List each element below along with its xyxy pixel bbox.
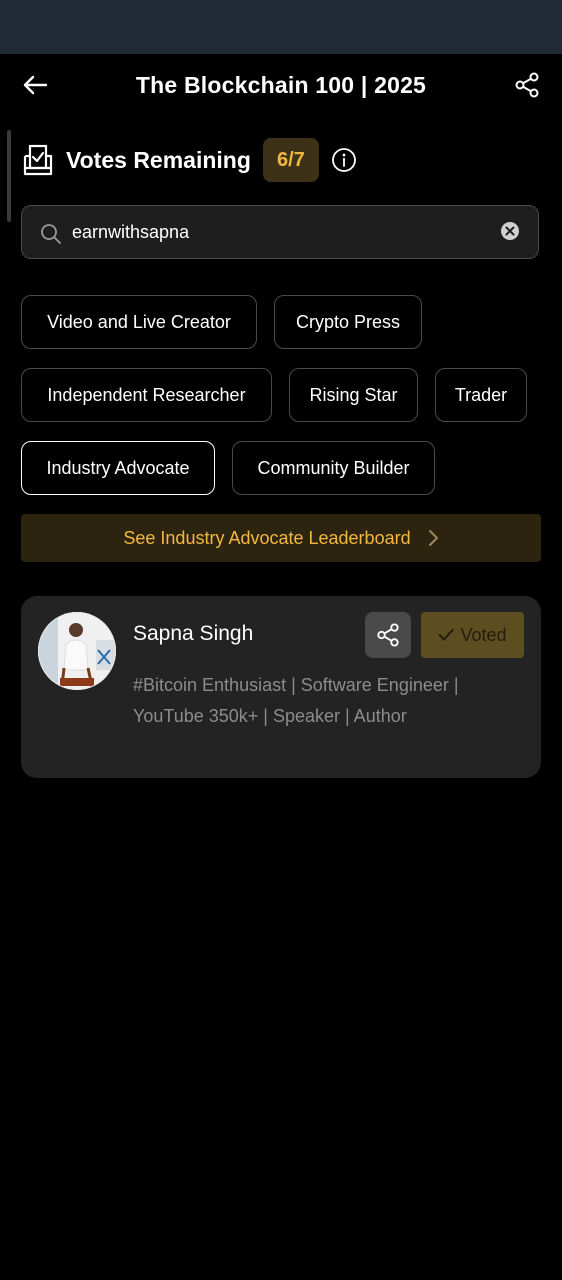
nominee-bio: #Bitcoin Enthusiast | Software Engineer … <box>133 675 459 726</box>
arrow-left-icon <box>23 75 48 95</box>
leaderboard-link-button[interactable]: See Industry Advocate Leaderboard <box>21 514 541 562</box>
share-icon <box>515 72 539 98</box>
nominee-name: Sapna Singh <box>133 622 254 645</box>
category-chip-rising-star[interactable]: Rising Star <box>289 368 418 422</box>
ballot-box-icon <box>22 144 54 176</box>
votes-remaining-row: Votes Remaining 6/7 <box>22 138 357 182</box>
category-chip-crypto-press[interactable]: Crypto Press <box>274 295 422 349</box>
nominee-card[interactable]: Sapna Singh Voted #Bitcoin Enthusiast | … <box>21 596 541 778</box>
leaderboard-link-label: See Industry Advocate Leaderboard <box>123 527 411 548</box>
avatar <box>38 612 116 690</box>
share-icon <box>377 623 399 647</box>
votes-count-badge: 6/7 <box>262 138 319 182</box>
category-chip-industry-advocate[interactable]: Industry Advocate <box>21 441 215 495</box>
back-button[interactable] <box>20 70 50 100</box>
scroll-indicator[interactable] <box>7 130 11 222</box>
category-chip-video-and-live-creator[interactable]: Video and Live Creator <box>21 295 257 349</box>
search-input[interactable] <box>72 206 472 258</box>
checkmark-icon <box>438 628 454 642</box>
app-header: The Blockchain 100 | 2025 <box>0 54 562 116</box>
chevron-right-icon <box>427 529 439 547</box>
category-chip-independent-researcher[interactable]: Independent Researcher <box>21 368 272 422</box>
share-button[interactable] <box>512 70 542 100</box>
clear-search-icon[interactable] <box>500 221 520 241</box>
status-bar <box>0 0 562 54</box>
category-chip-community-builder[interactable]: Community Builder <box>232 441 435 495</box>
search-icon <box>40 223 62 250</box>
page-title: The Blockchain 100 | 2025 <box>135 72 427 98</box>
voted-label: Voted <box>460 624 507 645</box>
category-chip-trader[interactable]: Trader <box>435 368 527 422</box>
info-icon[interactable] <box>331 147 357 173</box>
votes-remaining-label: Votes Remaining <box>66 146 251 173</box>
search-box <box>21 205 539 259</box>
nominee-share-button[interactable] <box>365 612 411 658</box>
voted-button[interactable]: Voted <box>421 612 524 658</box>
